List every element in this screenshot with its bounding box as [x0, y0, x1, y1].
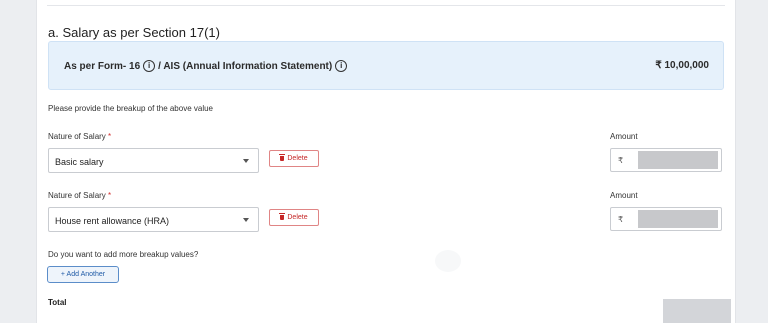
chevron-down-icon — [243, 218, 249, 222]
info-icon[interactable]: i — [335, 60, 348, 72]
selected-value: Basic salary — [55, 157, 104, 167]
amount-input[interactable]: ₹ — [610, 148, 722, 172]
nature-of-salary-label: Nature of Salary * — [48, 132, 112, 141]
section-title: a. Salary as per Section 17(1) — [48, 25, 220, 40]
amount-input[interactable]: ₹ — [610, 207, 722, 231]
divider — [47, 5, 725, 6]
amount-value-redacted — [638, 151, 718, 169]
form16-info-box: As per Form- 16 i / AIS (Annual Informat… — [48, 41, 724, 90]
chevron-down-icon — [243, 159, 249, 163]
artifact — [435, 250, 461, 272]
nature-of-salary-select[interactable]: Basic salary — [48, 148, 259, 173]
trash-icon — [279, 154, 286, 161]
rupee-icon: ₹ — [618, 156, 624, 165]
nature-of-salary-label: Nature of Salary * — [48, 191, 112, 200]
delete-button[interactable]: Delete — [269, 150, 319, 167]
info-amount: ₹ 10,00,000 — [655, 60, 709, 71]
nature-of-salary-select[interactable]: House rent allowance (HRA) — [48, 207, 259, 232]
info-icon[interactable]: i — [143, 60, 156, 72]
total-label: Total — [48, 298, 67, 307]
amount-label: Amount — [610, 191, 638, 200]
selected-value: House rent allowance (HRA) — [55, 216, 170, 226]
info-label: As per Form- 16 i / AIS (Annual Informat… — [64, 60, 348, 72]
trash-icon — [279, 213, 286, 220]
amount-label: Amount — [610, 132, 638, 141]
amount-value-redacted — [638, 210, 718, 228]
total-value-redacted — [663, 299, 731, 323]
add-another-button[interactable]: + Add Another — [47, 266, 119, 283]
salary-card: a. Salary as per Section 17(1) As per Fo… — [36, 0, 736, 323]
info-label-part2: / AIS (Annual Information Statement) — [158, 60, 333, 72]
delete-button[interactable]: Delete — [269, 209, 319, 226]
rupee-icon: ₹ — [618, 215, 624, 224]
helper-text: Please provide the breakup of the above … — [48, 104, 214, 113]
info-label-part1: As per Form- 16 — [64, 60, 141, 72]
add-more-question: Do you want to add more breakup values? — [48, 250, 199, 259]
